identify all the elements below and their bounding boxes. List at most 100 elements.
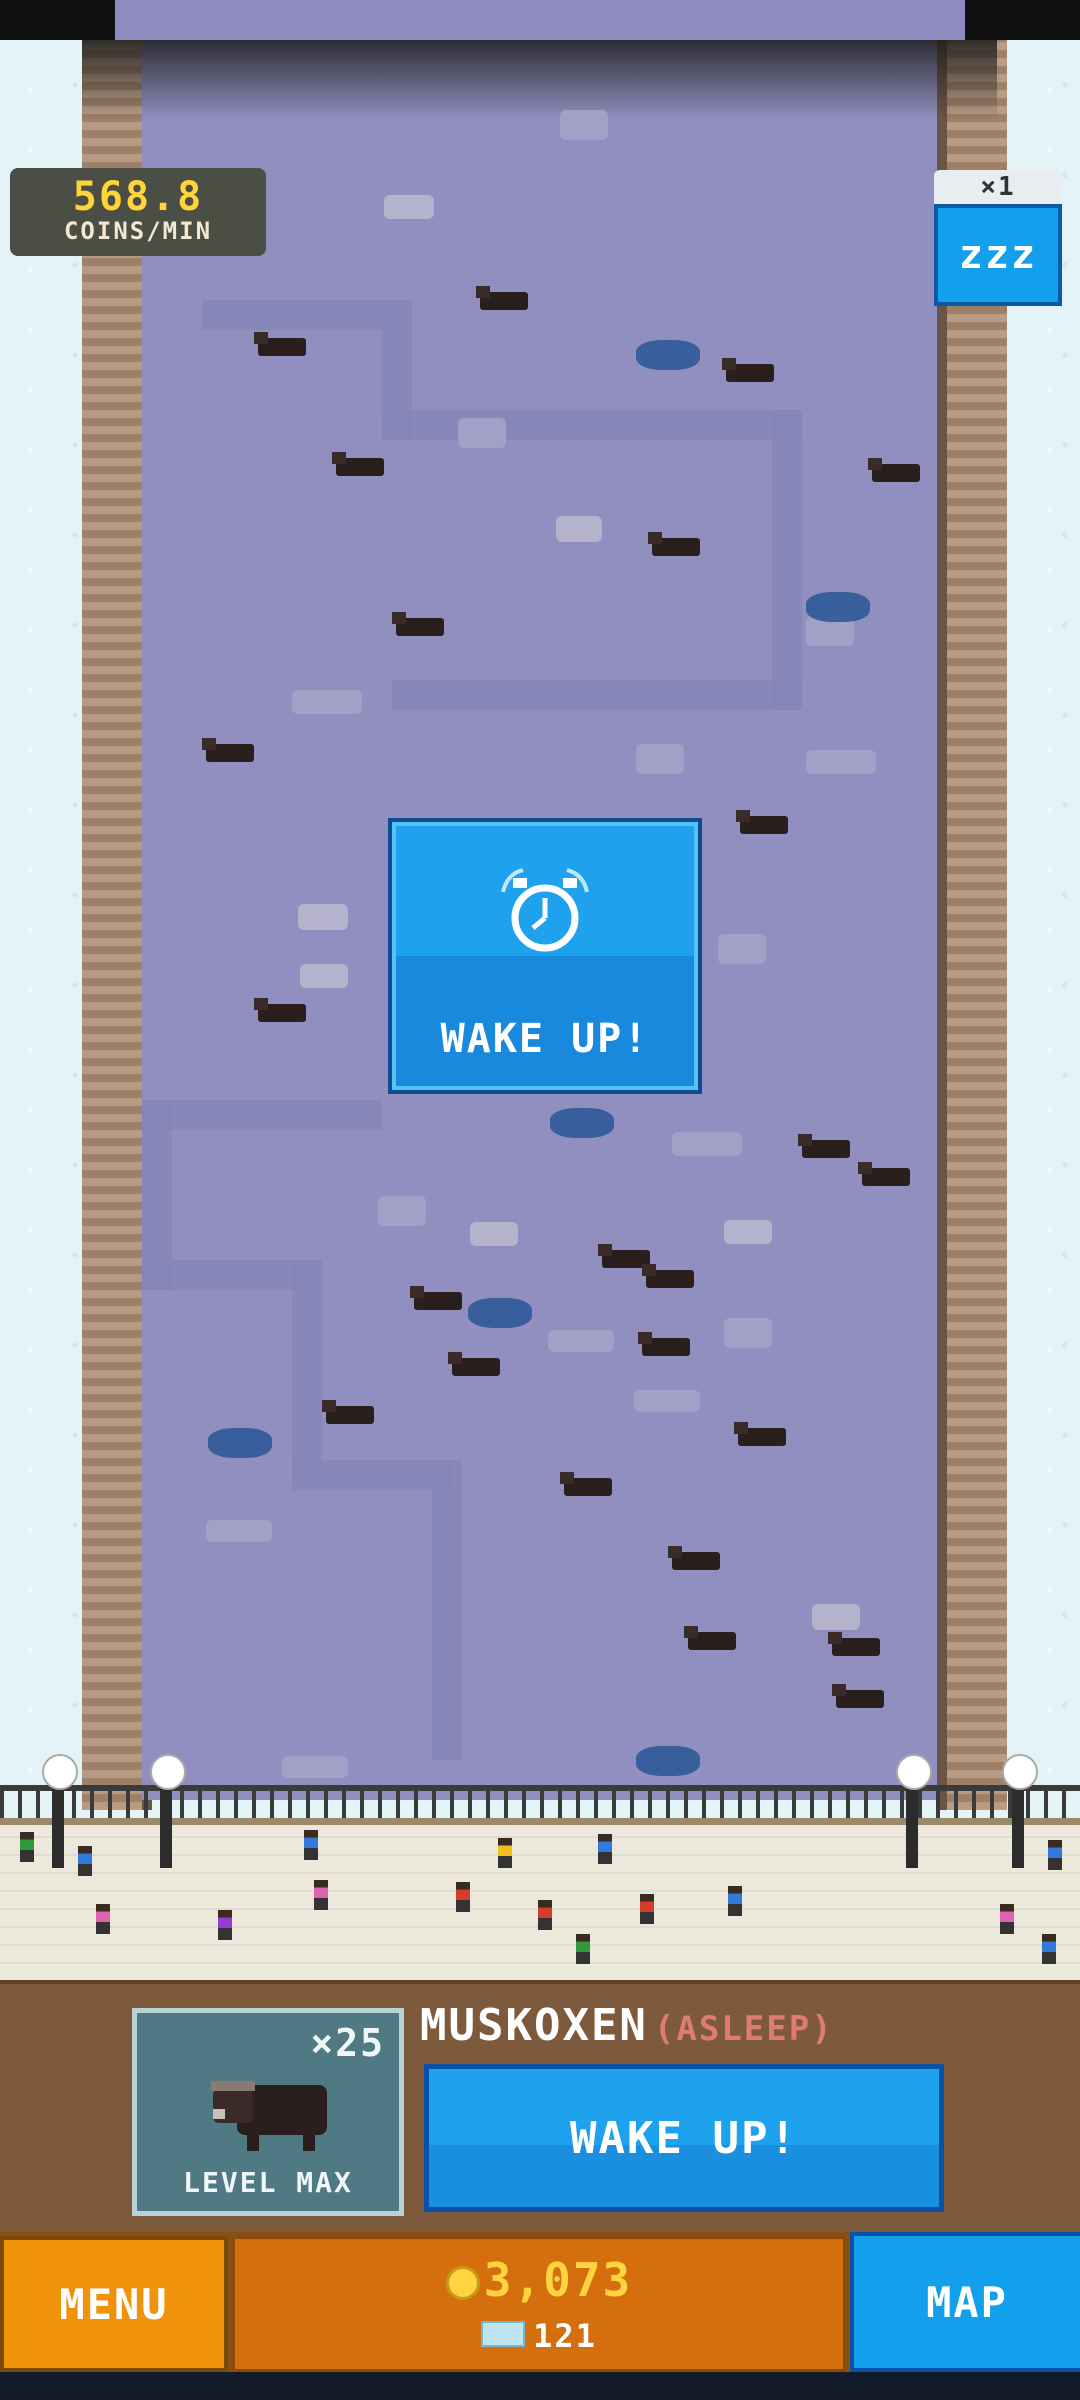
animal-status: (ASLEEP): [653, 2009, 834, 2049]
map-button-label: MAP: [926, 2277, 1008, 2327]
trail: [772, 410, 802, 710]
coin-amount: 3,073: [483, 2253, 633, 2307]
menu-button-label: MENU: [59, 2279, 169, 2329]
ice-rock: [292, 690, 362, 714]
sleep-toggle-button[interactable]: zzz: [934, 204, 1062, 306]
ice-rock: [378, 1196, 426, 1226]
ice-rock: [556, 516, 602, 542]
ice-rock: [560, 110, 608, 140]
ice-rock: [300, 964, 348, 988]
gem-amount: 121: [533, 2317, 597, 2355]
trail: [382, 410, 802, 440]
ice-rock: [548, 1330, 614, 1352]
wake-up-alert-button[interactable]: WAKE UP!: [388, 818, 702, 1094]
visitor: [314, 1880, 328, 1910]
coins-per-minute-value: 568.8: [72, 174, 204, 220]
muskox-sleeping[interactable]: [648, 530, 704, 558]
visitor: [576, 1934, 590, 1964]
water-puddle: [468, 1298, 532, 1328]
wake-up-alert-label: WAKE UP!: [440, 1016, 650, 1062]
coins-per-minute-badge: 568.8 COINS/MIN: [10, 168, 266, 256]
visitor: [1048, 1840, 1062, 1870]
menu-button[interactable]: MENU: [0, 2236, 228, 2372]
ice-rock: [806, 750, 876, 774]
muskox-sleeping[interactable]: [684, 1624, 740, 1652]
map-button[interactable]: MAP: [850, 2232, 1080, 2372]
ice-rock: [206, 1520, 272, 1542]
ice-rock: [458, 418, 506, 448]
visitor: [598, 1834, 612, 1864]
ice-rock: [724, 1318, 772, 1348]
visitor: [538, 1900, 552, 1930]
zoo-enclosure-view[interactable]: 568.8 COINS/MIN ×1 zzz WAKE UP!: [0, 0, 1080, 1980]
water-puddle: [806, 592, 870, 622]
muskox-sleeping[interactable]: [332, 450, 388, 478]
wake-up-button[interactable]: WAKE UP!: [424, 2064, 944, 2212]
muskox-sleeping[interactable]: [828, 1630, 884, 1658]
muskox-sleeping[interactable]: [254, 996, 310, 1024]
ice-rock: [298, 904, 348, 930]
muskox-sleeping[interactable]: [668, 1544, 724, 1572]
muskox-sleeping[interactable]: [868, 456, 924, 484]
muskox-sleeping[interactable]: [560, 1470, 616, 1498]
muskox-sleeping[interactable]: [448, 1350, 504, 1378]
water-puddle: [550, 1108, 614, 1138]
street-lamp: [896, 1754, 932, 1868]
alarm-clock-icon: [501, 868, 589, 952]
visitor: [78, 1846, 92, 1876]
street-lamp: [150, 1754, 186, 1868]
speed-multiplier: ×1: [934, 170, 1062, 204]
ice-rock: [470, 1222, 518, 1246]
muskox-sleeping[interactable]: [410, 1284, 466, 1312]
gem-balance: 121: [235, 2317, 843, 2355]
speed-control[interactable]: ×1 zzz: [934, 170, 1062, 306]
animal-name: MUSKOXEN: [420, 2000, 648, 2051]
muskox-sleeping[interactable]: [392, 610, 448, 638]
visitor: [728, 1886, 742, 1916]
ice-rock: [636, 744, 684, 774]
ice-rock: [634, 1390, 700, 1412]
visitor: [456, 1882, 470, 1912]
visitor: [1000, 1904, 1014, 1934]
currency-display: 3,073 121: [232, 2236, 846, 2372]
muskox-sleeping[interactable]: [832, 1682, 888, 1710]
animal-card[interactable]: ×25 LEVEL MAX: [132, 2008, 404, 2216]
ice-rock: [812, 1604, 860, 1630]
muskox-icon: [211, 2081, 327, 2151]
visitor: [218, 1910, 232, 1940]
coins-per-minute-unit: COINS/MIN: [63, 217, 213, 245]
trail: [292, 1460, 452, 1490]
street-lamp: [42, 1754, 78, 1868]
visitor: [498, 1838, 512, 1868]
wake-up-button-label: WAKE UP!: [570, 2112, 798, 2164]
muskox-sleeping[interactable]: [734, 1420, 790, 1448]
visitor: [304, 1830, 318, 1860]
muskox-sleeping[interactable]: [642, 1262, 698, 1290]
muskox-sleeping[interactable]: [202, 736, 258, 764]
ice-rock: [384, 195, 434, 219]
ice-rock: [718, 934, 766, 964]
muskox-sleeping[interactable]: [722, 356, 778, 384]
trail: [142, 1260, 302, 1290]
muskox-sleeping[interactable]: [638, 1330, 694, 1358]
muskox-sleeping[interactable]: [858, 1160, 914, 1188]
muskox-sleeping[interactable]: [476, 284, 532, 312]
coin-icon: [445, 2266, 480, 2300]
muskox-sleeping[interactable]: [322, 1398, 378, 1426]
gem-icon: [481, 2321, 526, 2347]
muskox-sleeping[interactable]: [798, 1132, 854, 1160]
coin-balance: 3,073: [235, 2253, 843, 2307]
visitor: [1042, 1934, 1056, 1964]
muskox-sleeping[interactable]: [254, 330, 310, 358]
trail: [292, 1260, 322, 1480]
trail: [432, 1460, 462, 1760]
enclosure-shadow: [82, 40, 997, 120]
visitor: [96, 1904, 110, 1934]
animal-count: ×25: [310, 2021, 385, 2065]
animal-title: MUSKOXEN (ASLEEP): [420, 2000, 834, 2051]
sleep-zzz-icon: zzz: [958, 232, 1038, 278]
animal-level: LEVEL MAX: [183, 2166, 353, 2199]
water-puddle: [636, 1746, 700, 1776]
muskox-sleeping[interactable]: [736, 808, 792, 836]
system-nav-bar: [0, 2372, 1080, 2400]
